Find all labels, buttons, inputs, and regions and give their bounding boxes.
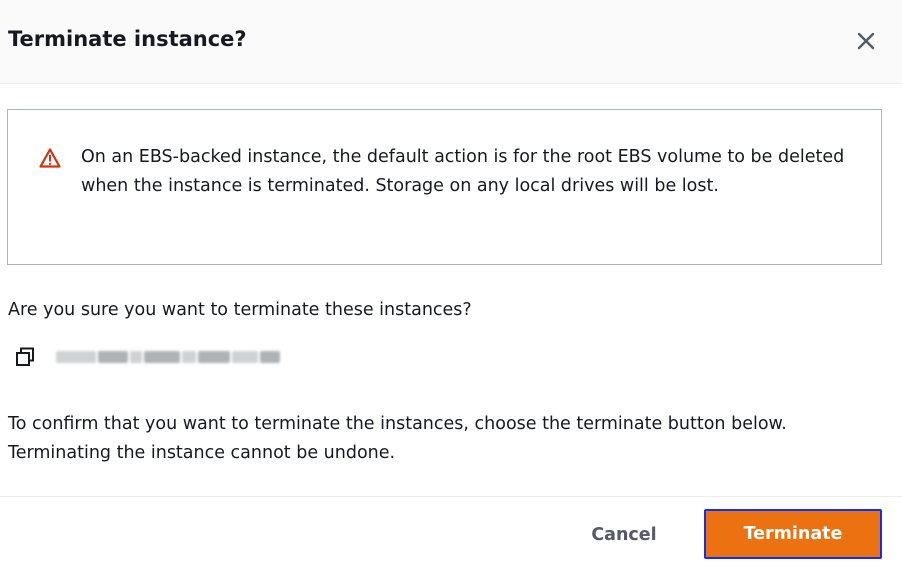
terminate-button[interactable]: Terminate xyxy=(704,509,882,559)
instance-id-redacted xyxy=(56,351,280,363)
alert-message: On an EBS-backed instance, the default a… xyxy=(81,147,845,196)
redacted-segment xyxy=(130,351,142,363)
redacted-segment xyxy=(56,351,96,363)
dialog-title: Terminate instance? xyxy=(8,27,247,51)
confirmation-instructions: To confirm that you want to terminate th… xyxy=(8,414,787,463)
redacted-segment xyxy=(198,351,230,363)
warning-alert: On an EBS-backed instance, the default a… xyxy=(7,109,882,265)
dialog-footer: Cancel Terminate xyxy=(0,496,902,570)
redacted-segment xyxy=(232,351,258,363)
dialog-header: Terminate instance? xyxy=(0,0,902,84)
redacted-segment xyxy=(98,351,128,363)
confirmation-question: Are you sure you want to terminate these… xyxy=(8,300,472,320)
redacted-segment xyxy=(144,351,180,363)
redacted-segment xyxy=(182,351,196,363)
copy-icon[interactable] xyxy=(14,346,36,368)
close-icon xyxy=(857,32,875,50)
close-button[interactable] xyxy=(848,25,884,57)
instance-id-row xyxy=(14,344,280,370)
terminate-instance-dialog: Terminate instance? On an EBS-backed ins… xyxy=(0,0,902,570)
cancel-button[interactable]: Cancel xyxy=(572,518,676,552)
redacted-segment xyxy=(260,351,280,363)
warning-triangle-icon xyxy=(39,148,61,168)
